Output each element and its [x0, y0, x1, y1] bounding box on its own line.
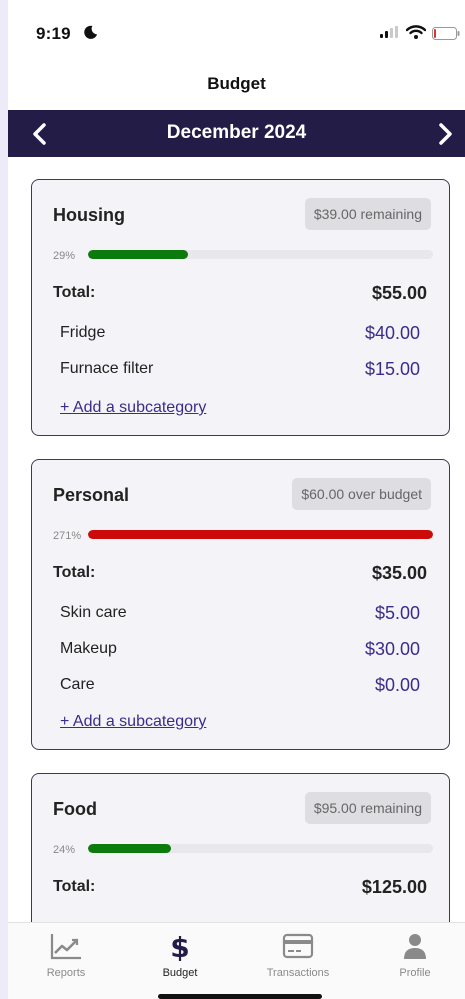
tab-label: Reports: [46, 967, 86, 979]
subcategory-row[interactable]: Skin care $5.00: [60, 603, 420, 626]
subcategory-name: Makeup: [60, 640, 117, 657]
month-label: December 2024: [166, 122, 307, 143]
tab-reports[interactable]: Reports: [16, 929, 116, 989]
add-subcategory-link[interactable]: + Add a subcategory: [60, 713, 206, 731]
chart-icon: [50, 934, 81, 960]
tab-label: Transactions: [266, 967, 330, 979]
month-selector: December 2024: [8, 110, 465, 157]
card-title: Personal: [53, 485, 130, 505]
subcategory-row[interactable]: Makeup $30.00: [60, 639, 420, 662]
subcategory-name: Care: [60, 676, 95, 693]
total-label: Total:: [53, 878, 96, 895]
progress-percent: 271%: [53, 530, 82, 542]
progress-percent: 24%: [53, 844, 76, 856]
subcategory-name: Skin care: [60, 604, 127, 621]
progress-track: [88, 250, 433, 259]
subcategory-amount: $40.00: [364, 323, 420, 343]
total-label: Total:: [53, 284, 96, 301]
subcategory-name: Furnace filter: [60, 360, 154, 377]
tab-label: Budget: [162, 967, 198, 979]
progress-fill: [88, 844, 171, 853]
tab-budget[interactable]: $ Budget: [130, 929, 230, 989]
left-edge-strip: [0, 0, 8, 999]
subcategory-amount: $5.00: [374, 603, 420, 623]
progress-percent: 29%: [53, 250, 76, 262]
subcategory-amount: $15.00: [364, 359, 420, 379]
remaining-badge: $39.00 remaining: [304, 198, 431, 230]
progress-track: [88, 530, 433, 539]
chevron-right-icon[interactable]: [433, 121, 457, 147]
home-indicator: [158, 994, 322, 999]
total-value: $125.00: [361, 877, 427, 897]
total-value: $35.00: [371, 563, 427, 583]
over-budget-badge: $60.00 over budget: [292, 478, 431, 510]
card-title: Food: [53, 799, 97, 819]
dollar-icon: $: [170, 931, 189, 961]
subcategory-row[interactable]: Furnace filter $15.00: [60, 359, 420, 382]
subcategory-name: Fridge: [60, 324, 106, 341]
progress-fill: [88, 250, 189, 259]
add-subcategory-link[interactable]: + Add a subcategory: [60, 399, 206, 417]
total-value: $55.00: [371, 283, 427, 303]
progress-track: [88, 844, 433, 853]
total-label: Total:: [53, 564, 96, 581]
subcategory-amount: $0.00: [374, 675, 420, 695]
tab-bar: Reports $ Budget Transactions Profile: [8, 922, 465, 999]
tab-label: Profile: [399, 967, 431, 979]
person-icon: [404, 934, 426, 959]
budget-card-housing[interactable]: Housing $39.00 remaining 29% Total: $55.…: [31, 179, 450, 436]
subcategory-amount: $30.00: [364, 639, 420, 659]
subcategory-row[interactable]: Care $0.00: [60, 675, 420, 698]
signal-icon: [380, 26, 398, 38]
status-bar: 9:19: [8, 0, 465, 64]
budget-card-personal[interactable]: Personal $60.00 over budget 271% Total: …: [31, 459, 450, 750]
remaining-badge: $95.00 remaining: [304, 792, 431, 824]
battery-icon: [432, 27, 460, 40]
svg-text:$: $: [170, 931, 189, 961]
wifi-icon: [406, 25, 426, 39]
tab-profile[interactable]: Profile: [365, 929, 465, 989]
tab-transactions[interactable]: Transactions: [248, 929, 348, 989]
progress-fill: [88, 530, 433, 539]
status-time: 9:19: [36, 24, 71, 43]
credit-card-icon: [282, 933, 314, 959]
moon-icon: [84, 25, 98, 39]
page-title: Budget: [207, 74, 266, 93]
card-title: Housing: [53, 205, 125, 225]
subcategory-row[interactable]: Fridge $40.00: [60, 323, 420, 346]
budget-card-food[interactable]: Food $95.00 remaining 24% Total: $125.00: [31, 773, 450, 933]
